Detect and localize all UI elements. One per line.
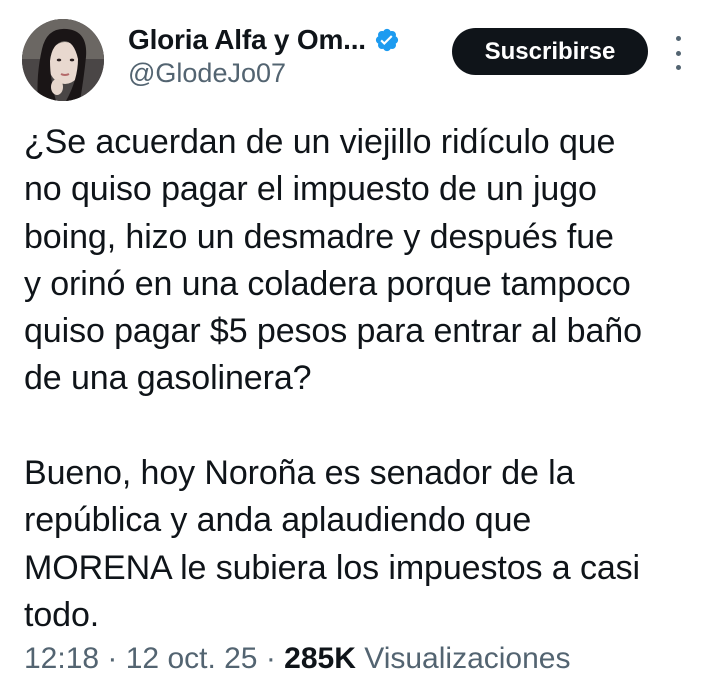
tweet-line: boing, hizo un desmadre y después fue <box>24 217 614 256</box>
more-dot <box>675 65 681 70</box>
tweet-line: no quiso pagar el impuesto de un jugo <box>24 170 597 209</box>
meta-separator: · <box>265 642 285 675</box>
author-display-name[interactable]: Gloria Alfa y Om... <box>128 24 366 56</box>
more-dot <box>675 36 681 41</box>
tweet-line: ¿Se acuerdan de un viejillo ridículo que <box>24 123 616 161</box>
tweet-line: MORENA le subiera los impuestos a casi <box>24 548 641 587</box>
tweet-meta: 12:18 · 12 oct. 25 · 285K Visualizacione… <box>24 642 570 676</box>
views-label: Visualizaciones <box>364 642 571 675</box>
verified-badge-icon <box>374 27 400 53</box>
more-vertical-icon[interactable] <box>668 36 688 70</box>
tweet-line: todo. <box>24 595 100 634</box>
views-count: 285K <box>284 642 356 675</box>
tweet-text: ¿Se acuerdan de un viejillo ridículo que… <box>24 119 704 639</box>
tweet-line: de una gasolinera? <box>24 359 312 398</box>
tweet-line: y orinó en una coladera porque tampoco <box>24 264 631 303</box>
tweet-line: quiso pagar $5 pesos para entrar al baño <box>24 312 642 351</box>
tweet-header: Gloria Alfa y Om... @GlodeJo07 Suscribir… <box>0 0 720 110</box>
subscribe-button[interactable]: Suscribirse <box>452 28 648 75</box>
tweet-line: república y anda aplaudiendo que <box>24 501 532 540</box>
more-dot <box>675 50 681 56</box>
author-name-row[interactable]: Gloria Alfa y Om... <box>128 22 400 58</box>
avatar-photo <box>22 19 104 101</box>
author-handle[interactable]: @GlodeJo07 <box>128 58 286 89</box>
tweet-line: Bueno, hoy Noroña es senador de la <box>24 454 575 493</box>
avatar[interactable] <box>22 19 104 101</box>
timestamp[interactable]: 12:18 · 12 oct. 25 <box>24 642 258 675</box>
